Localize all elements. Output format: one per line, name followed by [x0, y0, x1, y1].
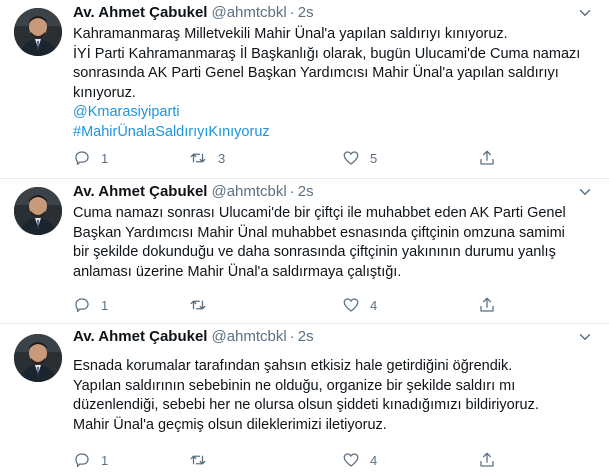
tweet-header: Av. Ahmet Çabukel @ahmtcbkl · 2s	[73, 180, 597, 204]
more-options-button[interactable]	[573, 325, 597, 349]
heart-icon	[343, 298, 359, 312]
retweet-icon	[190, 153, 206, 163]
avatar-image	[14, 187, 62, 235]
retweet-icon	[190, 455, 206, 465]
avatar[interactable]	[14, 334, 62, 382]
share-icon	[480, 150, 494, 165]
timestamp[interactable]: 2s	[298, 328, 314, 345]
tweet-line: Esnada korumalar tarafından şahsın etkis…	[73, 358, 513, 374]
more-options-button[interactable]	[573, 1, 597, 25]
share-button[interactable]	[478, 146, 496, 170]
tweet-line: düzenlendiği, sebebi her ne olursa olsun…	[73, 397, 539, 413]
separator-dot: ·	[289, 183, 295, 200]
retweet-button[interactable]	[188, 448, 218, 472]
tweet-line: kınıyoruz.	[73, 84, 136, 101]
tweet-header: Av. Ahmet Çabukel @ahmtcbkl · 2s	[73, 1, 597, 25]
avatar-image	[14, 334, 62, 382]
heart-icon	[343, 151, 359, 165]
tweet-line: Mahir Ünal'a geçmiş olsun dileklerimizi …	[73, 416, 387, 433]
author-name[interactable]: Av. Ahmet Çabukel	[73, 183, 207, 200]
timestamp[interactable]: 2s	[298, 4, 314, 21]
share-button[interactable]	[478, 293, 496, 317]
avatar[interactable]	[14, 8, 62, 56]
author-handle[interactable]: @ahmtcbkl	[211, 328, 286, 345]
tweet[interactable]: Av. Ahmet Çabukel @ahmtcbkl · 2s Cuma namaz…	[0, 179, 609, 324]
tweet-line: sonrasında AK Parti Genel Başkan Yardımc…	[73, 65, 559, 81]
tweet-text: Kahramanmaraş Milletvekili Mahir Ünal'a …	[73, 25, 597, 142]
share-icon	[480, 297, 494, 312]
author-name[interactable]: Av. Ahmet Çabukel	[73, 328, 207, 345]
heart-icon	[343, 453, 359, 467]
like-count: 5	[370, 150, 378, 166]
tweet-header: Av. Ahmet Çabukel @ahmtcbkl · 2s	[73, 325, 597, 349]
share-button[interactable]	[478, 448, 496, 472]
tweet[interactable]: Av. Ahmet Çabukel @ahmtcbkl · 2s Esnada kor…	[0, 324, 609, 475]
chevron-down-icon	[579, 334, 591, 340]
more-options-button[interactable]	[573, 180, 597, 204]
tweet-actions: 1 4	[73, 293, 513, 317]
separator-dot: ·	[289, 4, 295, 21]
tweet-content: Av. Ahmet Çabukel @ahmtcbkl · 2s Cuma namaz…	[73, 179, 597, 313]
tweet-text: Cuma namazı sonrası Ulucami'de bir çiftç…	[73, 204, 597, 282]
like-button[interactable]: 4	[342, 448, 377, 472]
tweet-thread: Av. Ahmet Çabukel @ahmtcbkl · 2s Kahramanma…	[0, 0, 609, 475]
chevron-down-icon	[579, 189, 591, 195]
tweet-content: Av. Ahmet Çabukel @ahmtcbkl · 2s Esnada kor…	[73, 324, 597, 468]
like-count: 4	[370, 297, 378, 313]
tweet-actions: 1 4	[73, 448, 513, 472]
tweet-line: Başkan Yardımcısı Mahir Ünal muhabbet es…	[73, 224, 565, 241]
tweet-line: Yapılan saldırının sebebinin ne olduğu, …	[73, 377, 516, 394]
retweet-button[interactable]: 3	[188, 146, 225, 170]
tweet[interactable]: Av. Ahmet Çabukel @ahmtcbkl · 2s Kahramanma…	[0, 0, 609, 179]
timestamp[interactable]: 2s	[298, 183, 314, 200]
reply-icon	[75, 298, 89, 313]
author-handle[interactable]: @ahmtcbkl	[211, 4, 286, 21]
mention-link[interactable]: @Kmarasiyiparti	[73, 104, 180, 120]
tweet-text: Esnada korumalar tarafından şahsın etkis…	[73, 357, 597, 435]
reply-count: 1	[101, 150, 109, 166]
hashtag-link[interactable]: #MahirÜnalaSaldırıyıKınıyoruz	[73, 124, 270, 140]
retweet-icon	[190, 300, 206, 310]
reply-count: 1	[101, 452, 109, 468]
avatar-image	[14, 8, 62, 56]
like-button[interactable]: 5	[342, 146, 377, 170]
tweet-line: İYİ Parti Kahramanmaraş İl Başkanlığı ol…	[73, 45, 581, 62]
tweet-line: anlaması üzerine Mahir Ünal'a saldırmaya…	[73, 263, 402, 280]
reply-icon	[75, 151, 89, 166]
avatar[interactable]	[14, 187, 62, 235]
like-button[interactable]: 4	[342, 293, 377, 317]
tweet-actions: 1 3 5	[73, 146, 513, 170]
reply-button[interactable]: 1	[73, 146, 108, 170]
tweet-content: Av. Ahmet Çabukel @ahmtcbkl · 2s Kahramanma…	[73, 0, 597, 166]
reply-count: 1	[101, 297, 109, 313]
reply-button[interactable]: 1	[73, 293, 108, 317]
separator-dot: ·	[289, 328, 295, 345]
retweet-count: 3	[218, 150, 226, 166]
reply-icon	[75, 453, 89, 468]
chevron-down-icon	[579, 10, 591, 16]
retweet-button[interactable]	[188, 293, 218, 317]
author-handle[interactable]: @ahmtcbkl	[211, 183, 286, 200]
reply-button[interactable]: 1	[73, 448, 108, 472]
share-icon	[480, 452, 494, 467]
tweet-line: Cuma namazı sonrası Ulucami'de bir çiftç…	[73, 205, 566, 221]
like-count: 4	[370, 452, 378, 468]
tweet-line: bir şekilde dokunduğu ve daha sonrasında…	[73, 244, 556, 260]
author-name[interactable]: Av. Ahmet Çabukel	[73, 4, 207, 21]
tweet-line: Kahramanmaraş Milletvekili Mahir Ünal'a …	[73, 26, 508, 42]
